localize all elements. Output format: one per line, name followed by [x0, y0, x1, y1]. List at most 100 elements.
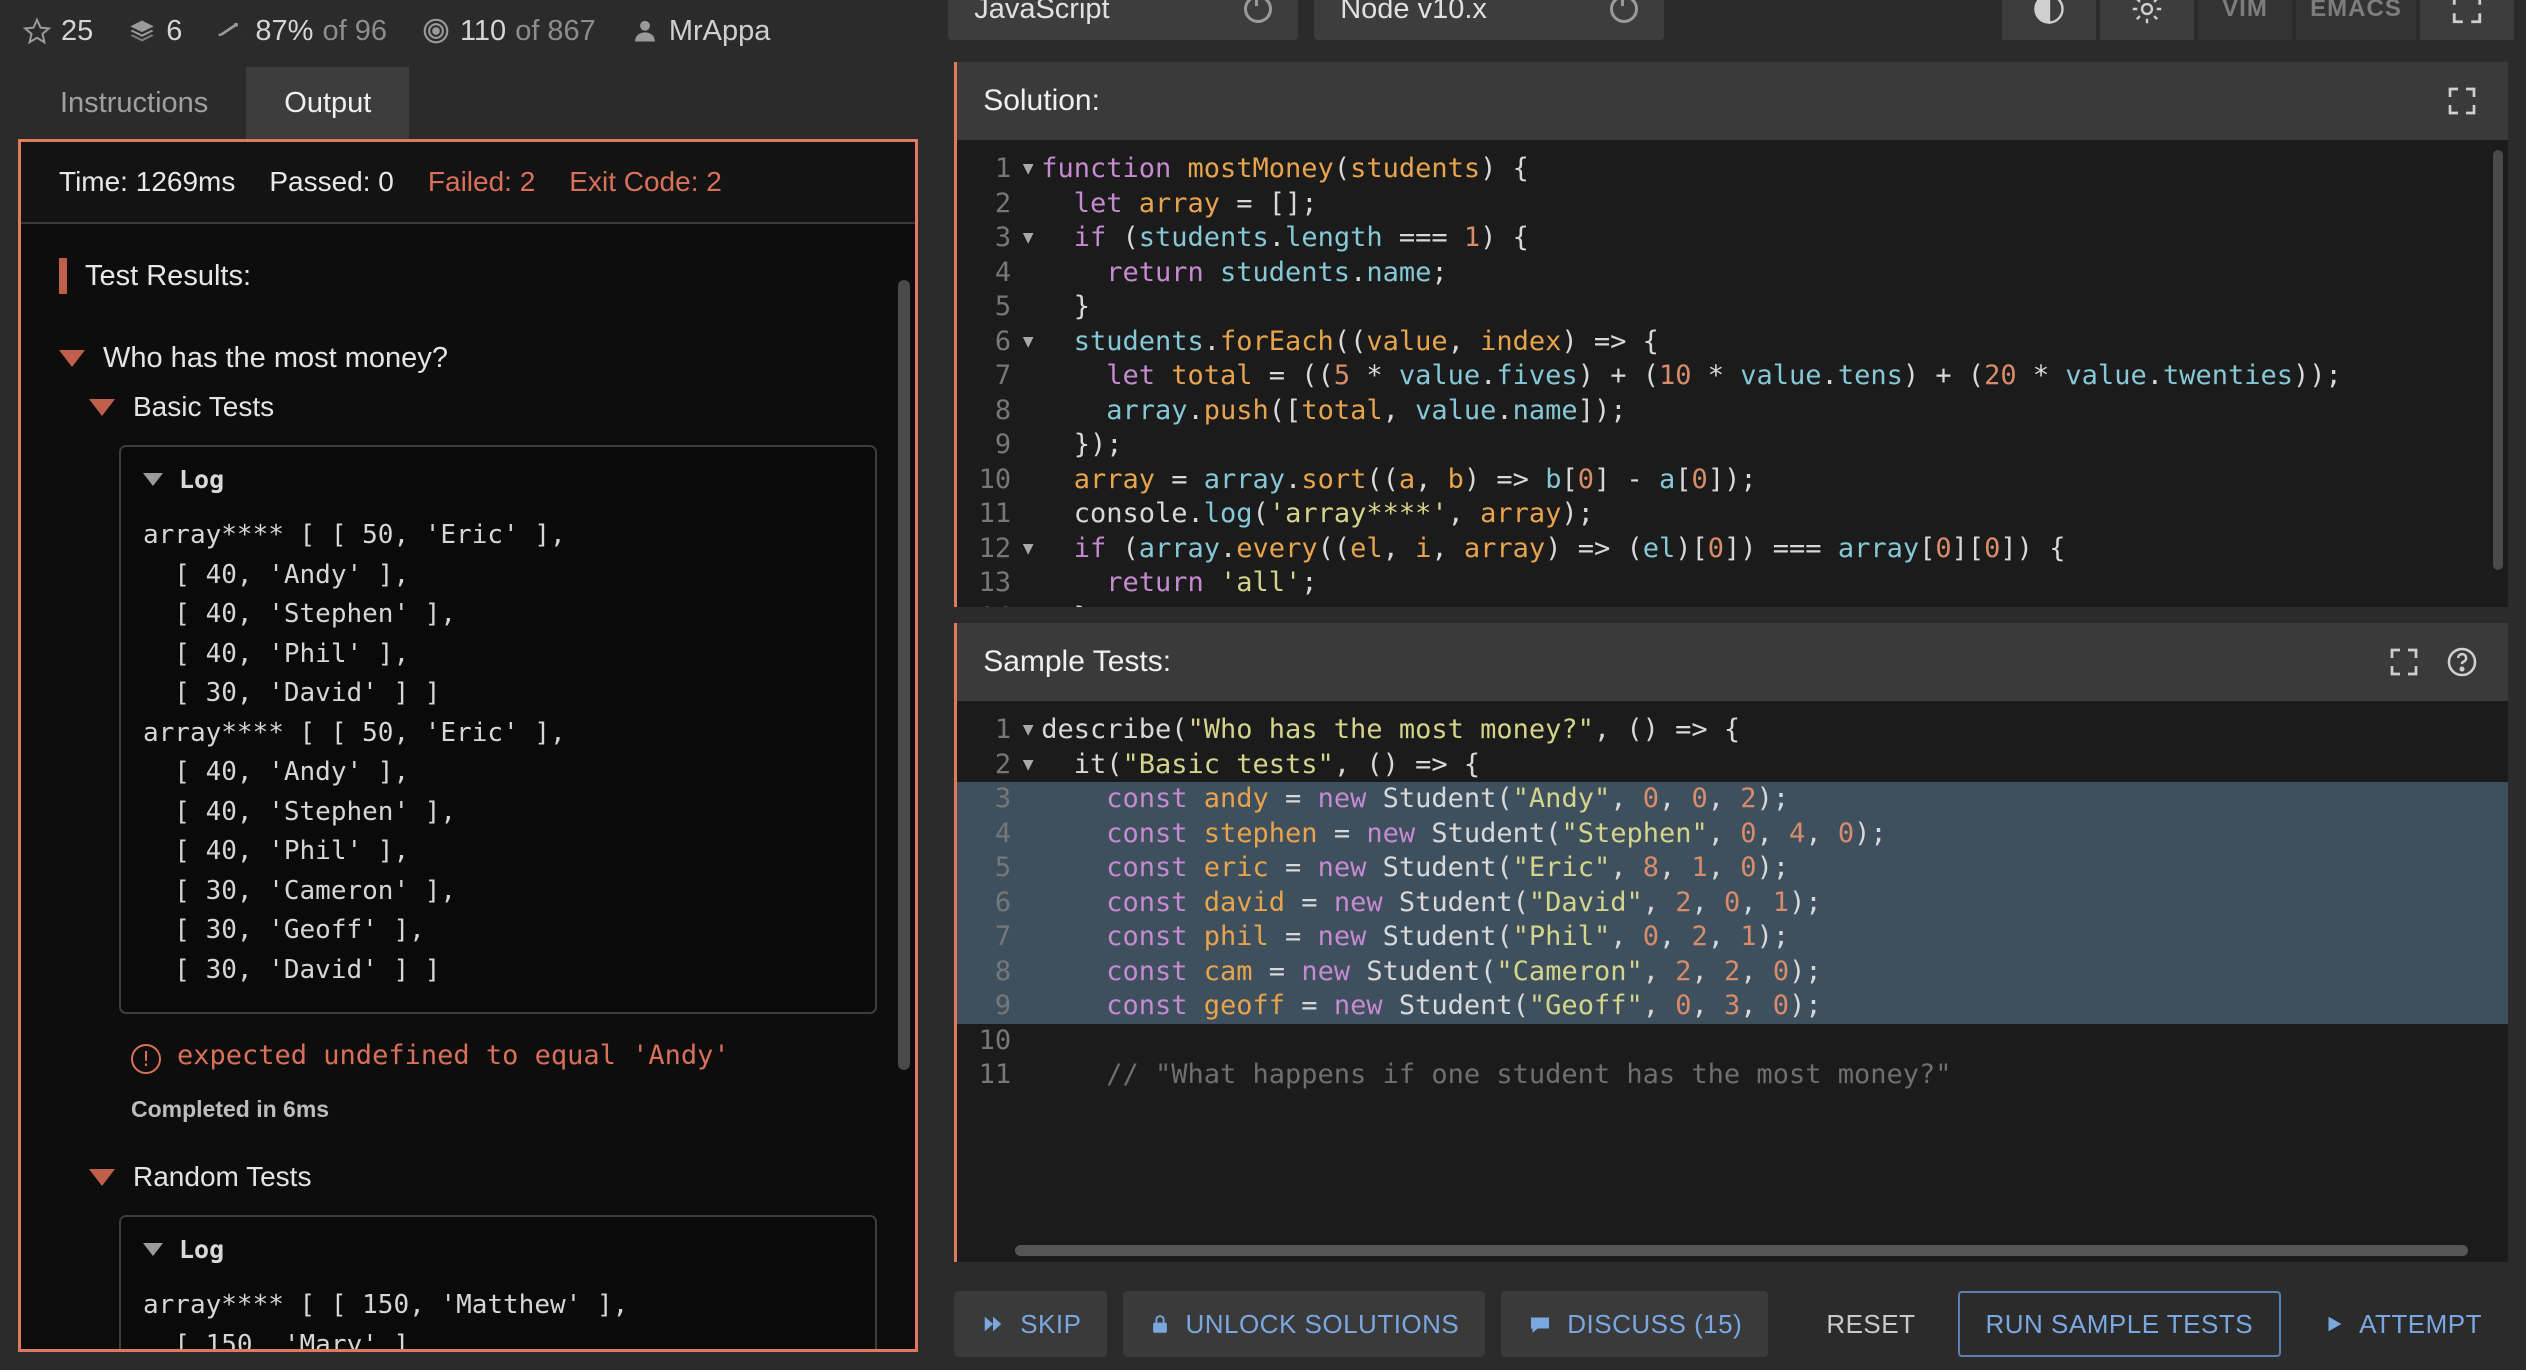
test-suite-label: Who has the most money? [103, 342, 448, 375]
fold-spacer [1015, 989, 1041, 1024]
username-stat[interactable]: MrAppa [630, 15, 771, 48]
code-text: students.forEach((value, index) => { [1041, 325, 1659, 360]
chevron-down-icon[interactable] [59, 350, 85, 367]
results-accent-bar [59, 258, 67, 294]
fullscreen-toggle-button[interactable] [2420, 0, 2514, 40]
solution-panel-header: Solution: [957, 62, 2508, 140]
rank-stat: 6 [127, 15, 182, 48]
expand-icon[interactable] [2384, 642, 2424, 682]
emacs-mode-button[interactable]: EMACS [2296, 0, 2416, 40]
log-box-basic: Log array**** [ [ 50, 'Eric' ], [ 40, 'A… [119, 445, 877, 1014]
language-select[interactable]: JavaScript [948, 0, 1298, 40]
code-text: if (array.every((el, i, array) => (el)[0… [1041, 532, 2065, 567]
line-number: 8 [957, 394, 1015, 429]
fast-forward-icon [980, 1313, 1006, 1335]
fold-spacer [1015, 886, 1041, 921]
solution-code-editor[interactable]: 1▼function mostMoney(students) {2 let ar… [957, 140, 2508, 607]
fold-arrow-icon[interactable]: ▼ [1015, 325, 1041, 360]
editor-toolbar: JavaScript Node v10.x VIM EMACS [936, 0, 2526, 62]
chevron-down-icon[interactable] [89, 399, 115, 416]
line-number: 9 [957, 989, 1015, 1024]
alert-circle-icon: ! [131, 1044, 161, 1074]
random-tests-node: Random Tests Log array**** [ [ 150, 'Mat… [89, 1153, 877, 1349]
log-content-basic: array**** [ [ 50, 'Eric' ], [ 40, 'Andy'… [143, 516, 853, 990]
chevron-down-icon [1244, 0, 1272, 23]
line-number: 3 [957, 782, 1015, 817]
sample-horizontal-scrollbar[interactable] [1015, 1245, 2468, 1256]
tab-output[interactable]: Output [246, 67, 409, 139]
line-number: 14 [957, 601, 1015, 608]
fold-spacer [1015, 955, 1041, 990]
solution-vertical-scrollbar[interactable] [2493, 150, 2503, 570]
code-line: 2 let array = []; [957, 187, 2508, 222]
line-number: 4 [957, 817, 1015, 852]
percent-of: of 96 [322, 15, 387, 48]
line-number: 5 [957, 290, 1015, 325]
code-text: array = array.sort((a, b) => b[0] - a[0]… [1041, 463, 1756, 498]
code-line: 5 } [957, 290, 2508, 325]
test-suite-header[interactable]: Who has the most money? [59, 334, 877, 383]
attempt-button[interactable]: ATTEMPT [2297, 1291, 2508, 1357]
code-text: const david = new Student("David", 2, 0,… [1041, 886, 1821, 921]
code-line: 7 const phil = new Student("Phil", 0, 2,… [957, 920, 2508, 955]
code-text: let array = []; [1041, 187, 1317, 222]
line-number: 10 [957, 463, 1015, 498]
sample-tests-code-editor[interactable]: 1▼describe("Who has the most money?", ()… [957, 701, 2508, 1262]
speedometer-icon [216, 16, 246, 46]
fold-spacer [1015, 428, 1041, 463]
random-tests-header[interactable]: Random Tests [89, 1153, 877, 1201]
log-toggle-random[interactable]: Log [143, 1235, 853, 1264]
code-line: 6 const david = new Student("David", 2, … [957, 886, 2508, 921]
line-number: 7 [957, 920, 1015, 955]
unlock-solutions-button[interactable]: UNLOCK SOLUTIONS [1123, 1291, 1485, 1357]
random-tests-label: Random Tests [133, 1161, 311, 1193]
chevron-down-icon[interactable] [143, 1243, 163, 1256]
skip-button[interactable]: SKIP [954, 1291, 1107, 1357]
code-text: describe("Who has the most money?", () =… [1041, 713, 1740, 748]
chevron-down-icon[interactable] [89, 1169, 115, 1186]
skip-label: SKIP [1020, 1309, 1081, 1340]
sample-tests-title: Sample Tests: [983, 645, 1171, 679]
lock-icon [1149, 1311, 1171, 1337]
code-text: const eric = new Student("Eric", 8, 1, 0… [1041, 851, 1789, 886]
reset-button[interactable]: RESET [1800, 1291, 1941, 1357]
runtime-select[interactable]: Node v10.x [1314, 0, 1664, 40]
fold-arrow-icon[interactable]: ▼ [1015, 532, 1041, 567]
log-box-random: Log array**** [ [ 150, 'Matthew' ], [ 15… [119, 1215, 877, 1349]
fold-arrow-icon[interactable]: ▼ [1015, 221, 1041, 256]
code-line: 8 array.push([total, value.name]); [957, 394, 2508, 429]
solution-title: Solution: [983, 84, 1100, 118]
sample-tests-panel: Sample Tests: 1▼describe("Who has the mo… [954, 623, 2508, 1262]
output-summary-bar: Time: 1269ms Passed: 0 Failed: 2 Exit Co… [21, 142, 915, 224]
fold-spacer [1015, 359, 1041, 394]
vim-mode-button[interactable]: VIM [2198, 0, 2292, 40]
code-line: 9 const geoff = new Student("Geoff", 0, … [957, 989, 2508, 1024]
theme-toggle-button[interactable] [2002, 0, 2096, 40]
basic-tests-header[interactable]: Basic Tests [89, 383, 877, 431]
run-sample-tests-button[interactable]: RUN SAMPLE TESTS [1958, 1291, 2282, 1357]
chevron-down-icon[interactable] [143, 473, 163, 486]
fold-spacer [1015, 463, 1041, 498]
fold-arrow-icon[interactable]: ▼ [1015, 152, 1041, 187]
expand-icon[interactable] [2442, 81, 2482, 121]
help-icon[interactable] [2442, 642, 2482, 682]
log-toggle-basic[interactable]: Log [143, 465, 853, 494]
line-number: 9 [957, 428, 1015, 463]
code-text: if (students.length === 1) { [1041, 221, 1529, 256]
fold-spacer [1015, 920, 1041, 955]
reset-label: RESET [1826, 1309, 1915, 1340]
fold-arrow-icon[interactable]: ▼ [1015, 748, 1041, 783]
discuss-button[interactable]: DISCUSS (15) [1501, 1291, 1768, 1357]
assertion-error: ! expected undefined to equal 'Andy' [131, 1040, 877, 1074]
star-icon [22, 16, 52, 46]
settings-gear-button[interactable] [2100, 0, 2194, 40]
tab-instructions[interactable]: Instructions [22, 67, 246, 139]
time-label: Time: 1269ms [59, 166, 235, 198]
passed-label: Passed: 0 [269, 166, 394, 198]
fold-arrow-icon[interactable]: ▼ [1015, 713, 1041, 748]
output-scroll-content: Test Results: Who has the most money? Ba… [21, 258, 915, 1349]
line-number: 7 [957, 359, 1015, 394]
completed-label: Completed in 6ms [131, 1096, 877, 1123]
code-text: // "What happens if one student has the … [1041, 1058, 1951, 1093]
output-scrollbar[interactable] [898, 280, 910, 1070]
